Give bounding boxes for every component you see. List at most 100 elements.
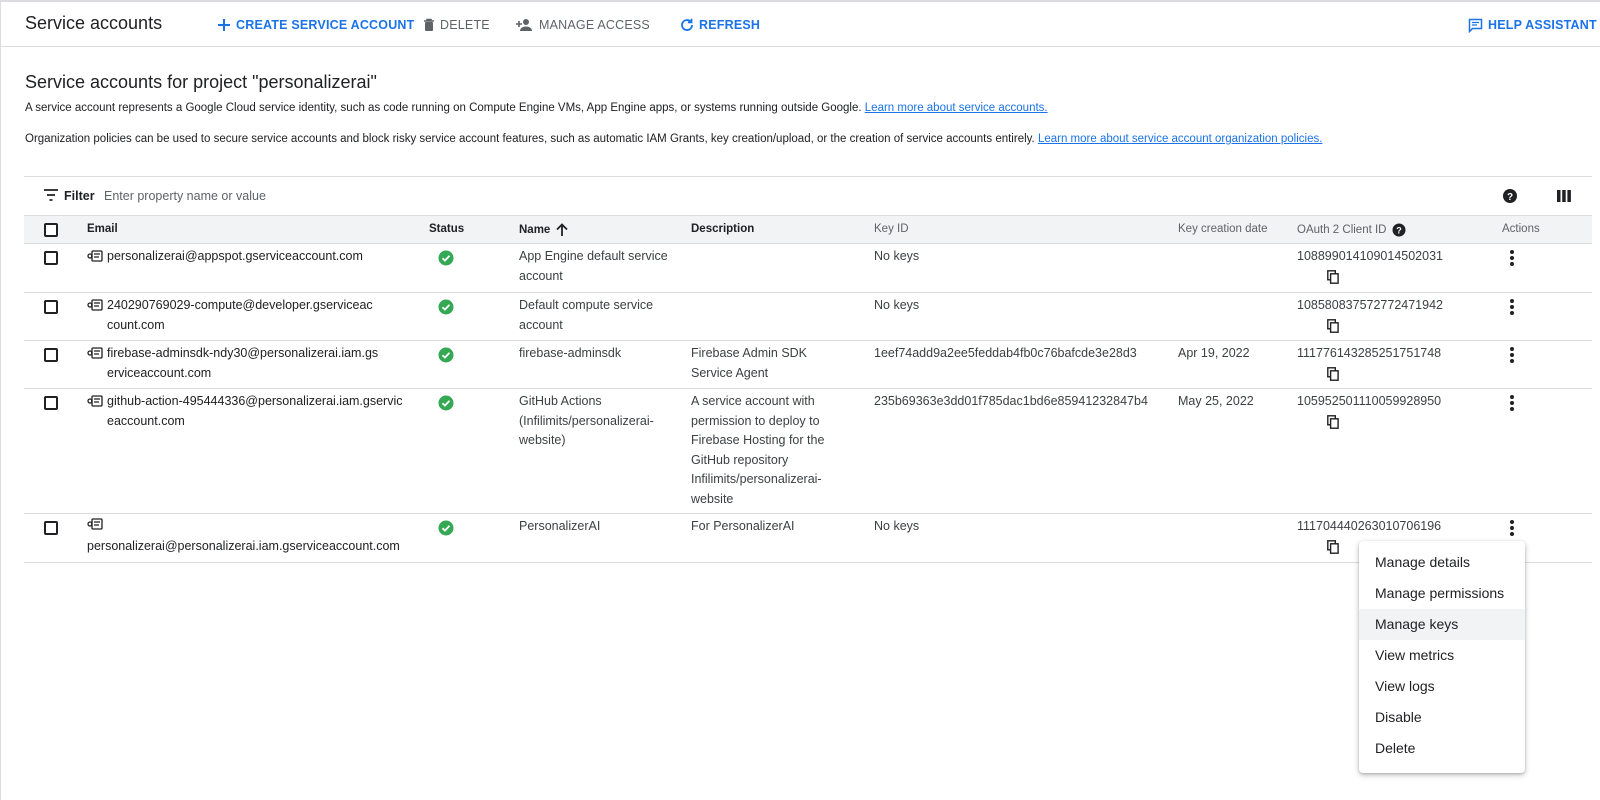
filter-bar: Filter ? <box>24 176 1592 216</box>
service-account-icon <box>87 347 103 359</box>
person-add-icon <box>516 19 532 31</box>
email-cell: personalizerai@personalizerai.iam.gservi… <box>87 517 417 556</box>
email-cell: personalizerai@appspot.gserviceaccount.c… <box>87 247 407 267</box>
column-display-icon[interactable] <box>1556 188 1572 204</box>
check-circle-icon <box>438 250 454 266</box>
check-circle-icon <box>438 520 454 536</box>
column-name-label: Name <box>519 224 551 236</box>
key-id-cell: 1eef74add9a2ee5feddab4fb0c76bafcde3e28d3 <box>874 346 1137 360</box>
table-header: Email Status Name Description Key ID Key… <box>24 216 1592 244</box>
create-service-account-label: CREATE SERVICE ACCOUNT <box>236 18 415 32</box>
left-border <box>0 0 1 800</box>
menu-item-manage-details[interactable]: Manage details <box>1359 547 1525 578</box>
sort-ascending-icon[interactable] <box>554 223 570 237</box>
filter-icon[interactable] <box>44 189 58 201</box>
service-account-icon <box>87 395 103 407</box>
row-checkbox[interactable] <box>44 251 58 265</box>
email-cell: 240290769029-compute@developer.gservicea… <box>87 296 407 335</box>
refresh-label: REFRESH <box>699 18 761 32</box>
menu-item-disable[interactable]: Disable <box>1359 702 1525 733</box>
filter-input[interactable] <box>104 185 704 207</box>
email-link[interactable]: personalizerai@appspot.gserviceaccount.c… <box>107 247 363 267</box>
row-checkbox[interactable] <box>44 396 58 410</box>
name-cell: Default compute service account <box>519 298 654 332</box>
column-description[interactable]: Description <box>691 223 754 235</box>
table-row[interactable]: 240290769029-compute@developer.gservicea… <box>24 293 1592 341</box>
email-link[interactable]: github-action-495444336@personalizerai.i… <box>107 392 407 431</box>
column-email[interactable]: Email <box>87 223 118 235</box>
row-checkbox[interactable] <box>44 521 58 535</box>
intro-paragraph-2: Organization policies can be used to sec… <box>25 133 1322 145</box>
column-name[interactable]: Name <box>519 223 570 237</box>
key-creation-date-cell: May 25, 2022 <box>1178 394 1254 408</box>
learn-more-org-policies-link[interactable]: Learn more about service account organiz… <box>1038 133 1322 145</box>
more-vert-icon[interactable] <box>1510 250 1514 266</box>
client-id-cell: 111776143285251751748 <box>1297 346 1442 360</box>
email-cell: firebase-adminsdk-ndy30@personalizerai.i… <box>87 344 407 383</box>
svg-text:?: ? <box>1397 226 1403 236</box>
copy-icon[interactable] <box>1327 270 1339 284</box>
email-link[interactable]: personalizerai@personalizerai.iam.gservi… <box>87 539 400 553</box>
refresh-icon <box>681 18 693 31</box>
key-id-cell: No keys <box>874 249 920 263</box>
copy-icon[interactable] <box>1327 367 1339 381</box>
column-key-id[interactable]: Key ID <box>874 223 909 235</box>
name-cell: PersonalizerAI <box>519 519 601 533</box>
row-checkbox[interactable] <box>44 348 58 362</box>
learn-more-service-accounts-link[interactable]: Learn more about service accounts. <box>865 102 1048 114</box>
email-link[interactable]: 240290769029-compute@developer.gservicea… <box>107 296 377 335</box>
manage-access-label: MANAGE ACCESS <box>539 18 650 32</box>
name-cell: GitHub Actions (Infilimits/personalizera… <box>519 394 654 447</box>
column-key-creation-date[interactable]: Key creation date <box>1178 223 1268 235</box>
more-vert-icon[interactable] <box>1510 299 1514 315</box>
help-assistant-button[interactable]: HELP ASSISTANT <box>1468 16 1597 34</box>
copy-icon[interactable] <box>1327 540 1339 554</box>
menu-item-manage-keys[interactable]: Manage keys <box>1359 609 1525 640</box>
copy-icon[interactable] <box>1327 319 1339 333</box>
help-icon[interactable]: ? <box>1502 188 1518 204</box>
client-id-cell: 108899014109014502031 <box>1297 249 1443 263</box>
check-circle-icon <box>438 347 454 363</box>
refresh-button[interactable]: REFRESH <box>680 16 760 34</box>
copy-icon[interactable] <box>1327 415 1339 429</box>
menu-item-delete[interactable]: Delete <box>1359 733 1525 764</box>
create-service-account-button[interactable]: CREATE SERVICE ACCOUNT <box>217 16 415 34</box>
row-checkbox[interactable] <box>44 300 58 314</box>
intro-paragraph-1-text: A service account represents a Google Cl… <box>25 102 862 114</box>
intro-paragraph-2-text: Organization policies can be used to sec… <box>25 133 1035 145</box>
column-oauth-client-id-label: OAuth 2 Client ID <box>1297 224 1387 236</box>
table-row[interactable]: github-action-495444336@personalizerai.i… <box>24 389 1592 514</box>
column-oauth-client-id[interactable]: OAuth 2 Client ID ? <box>1297 223 1406 237</box>
more-vert-icon[interactable] <box>1510 347 1514 363</box>
page-header: Service accounts CREATE SERVICE ACCOUNT … <box>1 2 1600 47</box>
description-cell: For PersonalizerAI <box>691 519 795 533</box>
more-vert-icon[interactable] <box>1510 520 1514 536</box>
client-id-cell: 105952501110059928950 <box>1297 394 1442 408</box>
more-vert-icon[interactable] <box>1510 395 1514 411</box>
menu-item-view-metrics[interactable]: View metrics <box>1359 640 1525 671</box>
help-icon[interactable]: ? <box>1392 223 1406 237</box>
table-row[interactable]: personalizerai@appspot.gserviceaccount.c… <box>24 244 1592 293</box>
key-id-cell: No keys <box>874 519 920 533</box>
select-all-checkbox[interactable] <box>44 223 58 237</box>
svg-text:?: ? <box>1507 192 1513 203</box>
trash-icon <box>424 18 434 31</box>
plus-icon <box>218 19 230 31</box>
manage-access-button[interactable]: MANAGE ACCESS <box>516 16 650 34</box>
row-actions-menu: Manage details Manage permissions Manage… <box>1359 541 1525 773</box>
delete-button[interactable]: DELETE <box>423 16 490 34</box>
check-circle-icon <box>438 299 454 315</box>
help-assistant-label: HELP ASSISTANT <box>1488 18 1597 32</box>
service-account-icon <box>87 299 103 311</box>
column-status[interactable]: Status <box>429 223 464 235</box>
delete-label: DELETE <box>440 18 490 32</box>
menu-item-view-logs[interactable]: View logs <box>1359 671 1525 702</box>
key-id-cell: No keys <box>874 298 920 312</box>
client-id-cell: 108580837572772471942 <box>1297 298 1443 312</box>
menu-item-manage-permissions[interactable]: Manage permissions <box>1359 578 1525 609</box>
section-heading: Service accounts for project "personaliz… <box>25 72 377 92</box>
table-row[interactable]: personalizerai@personalizerai.iam.gservi… <box>24 514 1592 563</box>
table-row[interactable]: firebase-adminsdk-ndy30@personalizerai.i… <box>24 341 1592 389</box>
email-cell: github-action-495444336@personalizerai.i… <box>87 392 407 431</box>
email-link[interactable]: firebase-adminsdk-ndy30@personalizerai.i… <box>107 344 382 383</box>
